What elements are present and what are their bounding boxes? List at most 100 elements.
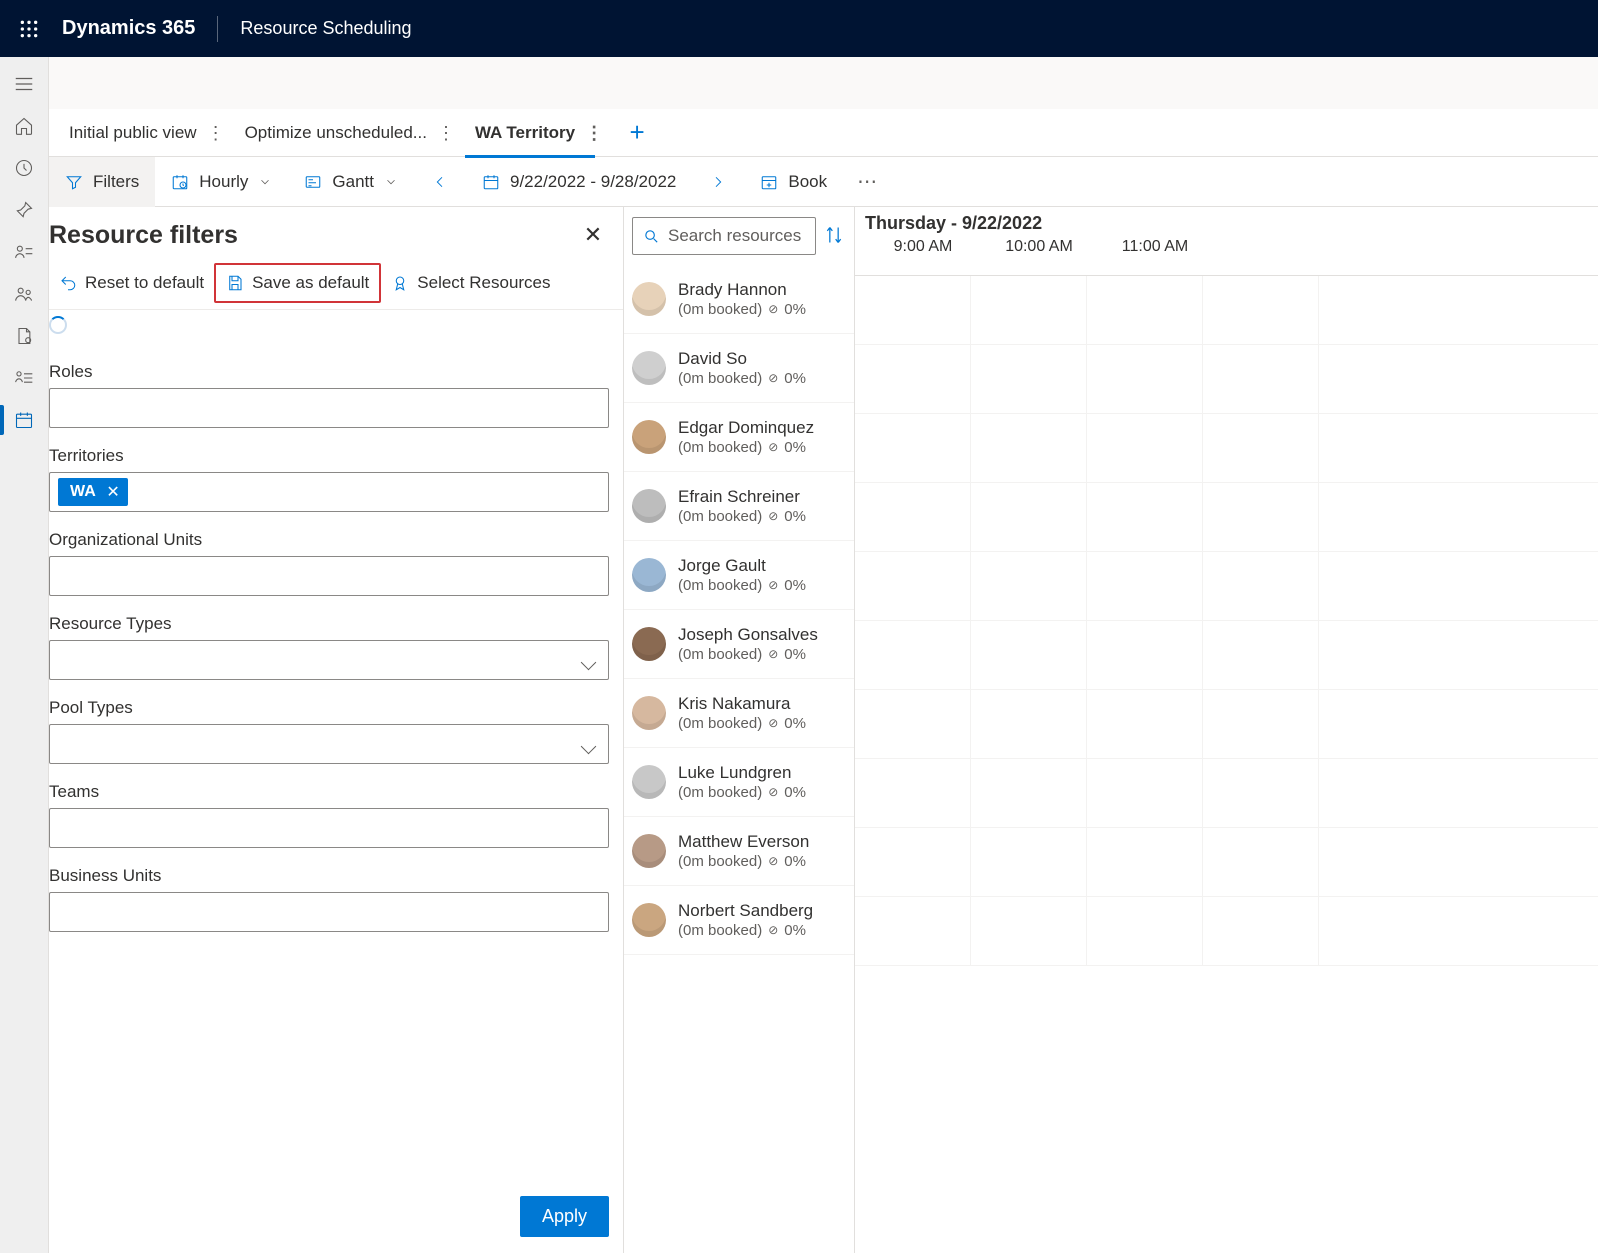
chip-remove-button[interactable]: ✕	[106, 482, 119, 502]
next-range-button[interactable]	[692, 157, 744, 207]
resource-row[interactable]: David So(0m booked) ⊘ 0%	[624, 334, 854, 403]
schedule-cell[interactable]	[1087, 414, 1203, 482]
people-icon[interactable]	[0, 273, 49, 315]
schedule-cell[interactable]	[1087, 759, 1203, 827]
schedule-cell[interactable]	[1203, 483, 1319, 551]
schedule-cell[interactable]	[855, 276, 971, 344]
schedule-cell[interactable]	[971, 690, 1087, 758]
territories-input[interactable]: WA ✕	[49, 472, 609, 512]
document-icon[interactable]	[0, 315, 49, 357]
resource-row[interactable]: Joseph Gonsalves(0m booked) ⊘ 0%	[624, 610, 854, 679]
sort-button[interactable]	[824, 225, 846, 247]
apply-button[interactable]: Apply	[520, 1196, 609, 1237]
schedule-cell[interactable]	[855, 828, 971, 896]
home-icon[interactable]	[0, 105, 49, 147]
schedule-cell[interactable]	[1087, 621, 1203, 689]
schedule-cell[interactable]	[1203, 690, 1319, 758]
schedule-row[interactable]	[855, 621, 1598, 690]
roles-input[interactable]	[49, 388, 609, 428]
save-default-button[interactable]: Save as default	[214, 263, 381, 303]
schedule-cell[interactable]	[1203, 897, 1319, 965]
book-button[interactable]: Book	[744, 157, 843, 207]
schedule-cell[interactable]	[1087, 483, 1203, 551]
schedule-cell[interactable]	[1087, 345, 1203, 413]
resource-row[interactable]: Brady Hannon(0m booked) ⊘ 0%	[624, 265, 854, 334]
tab-menu-icon[interactable]: ⋮	[585, 124, 603, 142]
reset-default-button[interactable]: Reset to default	[49, 265, 214, 301]
schedule-cell[interactable]	[1203, 552, 1319, 620]
schedule-cell[interactable]	[1203, 759, 1319, 827]
date-range-button[interactable]: 9/22/2022 - 9/28/2022	[466, 157, 692, 207]
brand-name[interactable]: Dynamics 365	[62, 17, 195, 40]
resource-row[interactable]: Matthew Everson(0m booked) ⊘ 0%	[624, 817, 854, 886]
schedule-row[interactable]	[855, 759, 1598, 828]
schedule-row[interactable]	[855, 690, 1598, 759]
schedule-cell[interactable]	[1203, 621, 1319, 689]
schedule-cell[interactable]	[971, 345, 1087, 413]
schedule-cell[interactable]	[855, 621, 971, 689]
tab-menu-icon[interactable]: ⋮	[437, 124, 455, 142]
recent-icon[interactable]	[0, 147, 49, 189]
people-list-icon[interactable]	[0, 231, 49, 273]
schedule-cell[interactable]	[1203, 828, 1319, 896]
resource-row[interactable]: Edgar Dominquez(0m booked) ⊘ 0%	[624, 403, 854, 472]
schedule-cell[interactable]	[1087, 276, 1203, 344]
tab-menu-icon[interactable]: ⋮	[207, 124, 225, 142]
schedule-cell[interactable]	[855, 690, 971, 758]
resource-row[interactable]: Efrain Schreiner(0m booked) ⊘ 0%	[624, 472, 854, 541]
prev-range-button[interactable]	[414, 157, 466, 207]
area-name[interactable]: Resource Scheduling	[240, 18, 411, 39]
schedule-cell[interactable]	[855, 897, 971, 965]
tab-initial-public-view[interactable]: Initial public view ⋮	[59, 109, 235, 157]
timescale-dropdown[interactable]: Hourly	[155, 157, 288, 207]
schedule-cell[interactable]	[1203, 414, 1319, 482]
select-resources-button[interactable]: Select Resources	[381, 265, 560, 301]
close-panel-button[interactable]: ✕	[577, 219, 609, 251]
schedule-cell[interactable]	[971, 828, 1087, 896]
schedule-cell[interactable]	[1203, 345, 1319, 413]
schedule-cell[interactable]	[971, 414, 1087, 482]
schedule-row[interactable]	[855, 414, 1598, 483]
schedule-cell[interactable]	[1087, 552, 1203, 620]
resource-row[interactable]: Norbert Sandberg(0m booked) ⊘ 0%	[624, 886, 854, 955]
teams-input[interactable]	[49, 808, 609, 848]
schedule-cell[interactable]	[1087, 897, 1203, 965]
schedule-row[interactable]	[855, 483, 1598, 552]
resource-row[interactable]: Luke Lundgren(0m booked) ⊘ 0%	[624, 748, 854, 817]
org-units-input[interactable]	[49, 556, 609, 596]
schedule-cell[interactable]	[971, 483, 1087, 551]
resource-row[interactable]: Jorge Gault(0m booked) ⊘ 0%	[624, 541, 854, 610]
schedule-board-icon[interactable]	[0, 399, 49, 441]
tab-wa-territory[interactable]: WA Territory ⋮	[465, 109, 613, 157]
pool-types-select[interactable]	[49, 724, 609, 764]
view-dropdown[interactable]: Gantt	[288, 157, 414, 207]
schedule-row[interactable]	[855, 897, 1598, 966]
schedule-cell[interactable]	[971, 621, 1087, 689]
pinned-icon[interactable]	[0, 189, 49, 231]
schedule-row[interactable]	[855, 552, 1598, 621]
schedule-cell[interactable]	[971, 759, 1087, 827]
schedule-cell[interactable]	[855, 483, 971, 551]
schedule-grid[interactable]	[855, 276, 1598, 1253]
schedule-cell[interactable]	[1203, 276, 1319, 344]
search-resources-input[interactable]: Search resources	[632, 217, 816, 255]
app-launcher-icon[interactable]	[10, 10, 48, 48]
schedule-cell[interactable]	[855, 759, 971, 827]
schedule-row[interactable]	[855, 345, 1598, 414]
schedule-cell[interactable]	[971, 552, 1087, 620]
schedule-cell[interactable]	[971, 276, 1087, 344]
schedule-cell[interactable]	[855, 414, 971, 482]
business-units-input[interactable]	[49, 892, 609, 932]
schedule-cell[interactable]	[855, 345, 971, 413]
more-actions-button[interactable]: ⋯	[843, 157, 891, 207]
nav-toggle-icon[interactable]	[0, 63, 49, 105]
resource-types-select[interactable]	[49, 640, 609, 680]
list-person-icon[interactable]	[0, 357, 49, 399]
schedule-row[interactable]	[855, 276, 1598, 345]
schedule-cell[interactable]	[971, 897, 1087, 965]
add-tab-button[interactable]: +	[619, 117, 655, 148]
tab-optimize-unscheduled[interactable]: Optimize unscheduled... ⋮	[235, 109, 465, 157]
schedule-cell[interactable]	[1087, 690, 1203, 758]
filters-button[interactable]: Filters	[49, 157, 155, 207]
schedule-cell[interactable]	[855, 552, 971, 620]
